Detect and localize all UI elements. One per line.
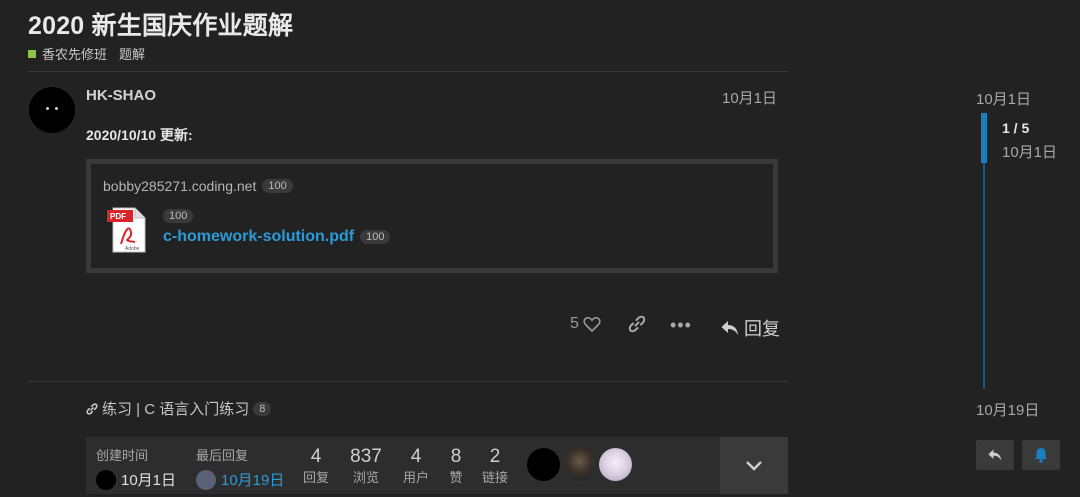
post-update-line: 2020/10/10 更新: — [86, 127, 193, 143]
chevron-down-icon — [746, 460, 762, 471]
created-value: 10月1日 — [121, 472, 177, 489]
stat-number: 2 — [489, 446, 501, 467]
divider-bottom — [28, 381, 788, 382]
timeline-end-date[interactable]: 10月19日 — [976, 399, 1039, 420]
timeline-start-date[interactable]: 10月1日 — [976, 88, 1031, 109]
avatar-eye — [55, 107, 58, 110]
divider-top — [28, 71, 788, 72]
participant-avatar[interactable] — [599, 448, 632, 481]
post-date[interactable]: 10月1日 — [722, 87, 777, 108]
file-onebox: bobby285271.coding.net 100 PDF Adobe 100… — [86, 159, 778, 273]
tag-link[interactable]: 题解 — [119, 44, 145, 63]
file-download-link[interactable]: c-homework-solution.pdf — [163, 228, 354, 246]
stat-replies: 4 回复 — [296, 447, 336, 486]
last-reply-info: 最后回复 10月19日 — [196, 445, 284, 490]
created-info: 创建时间 10月1日 — [96, 445, 176, 490]
stat-caption: 用户 — [402, 470, 429, 485]
pdf-icon: PDF Adobe — [107, 207, 146, 253]
creator-avatar — [96, 469, 116, 490]
participant-avatar[interactable] — [527, 448, 560, 481]
reply-icon — [721, 321, 738, 335]
avatar[interactable] — [29, 87, 75, 133]
stat-caption: 回复 — [302, 470, 329, 485]
reply-button[interactable]: 回复 — [720, 315, 780, 341]
reply-label: 回复 — [744, 319, 780, 339]
expand-topic-map-button[interactable] — [720, 437, 788, 494]
stat-links: 2 链接 — [475, 447, 515, 486]
stat-views: 837 浏览 — [346, 447, 386, 486]
created-label: 创建时间 — [96, 448, 149, 463]
avatar-eye — [46, 107, 49, 110]
stat-caption: 链接 — [481, 470, 508, 485]
reply-icon — [988, 449, 1002, 461]
stat-caption: 赞 — [449, 470, 463, 485]
timeline-position: 1 / 5 — [1002, 120, 1030, 136]
svg-text:PDF: PDF — [110, 212, 126, 221]
svg-text:Adobe: Adobe — [125, 246, 140, 252]
timeline-position-date: 10月1日 — [1002, 144, 1058, 161]
reply-topic-button[interactable] — [976, 440, 1014, 470]
stat-number: 837 — [350, 446, 382, 467]
link-icon — [86, 402, 98, 415]
last-reply-value: 10月19日 — [221, 472, 285, 489]
click-count-badge: 100 — [360, 230, 391, 244]
stat-caption: 浏览 — [352, 470, 379, 485]
like-button[interactable]: 5 — [570, 315, 601, 333]
link-icon — [628, 315, 646, 333]
click-count-badge: 100 — [163, 209, 194, 223]
stat-number: 4 — [410, 446, 422, 467]
stat-likes: 8 赞 — [436, 447, 476, 486]
linked-topic-title[interactable]: 练习 | C 语言入门练习 — [102, 398, 249, 419]
copy-link-button[interactable] — [628, 315, 646, 333]
onebox-source-link[interactable]: bobby285271.coding.net — [103, 178, 256, 194]
click-count-badge: 100 — [262, 179, 293, 193]
linked-topic[interactable]: 练习 | C 语言入门练习 8 — [86, 398, 272, 419]
created-value-row[interactable]: 10月1日 — [96, 469, 176, 490]
post-username[interactable]: HK-SHAO — [86, 87, 156, 104]
bell-icon — [1035, 448, 1047, 463]
file-row: c-homework-solution.pdf 100 — [163, 228, 391, 246]
onebox-source: bobby285271.coding.net 100 — [103, 178, 293, 194]
stat-number: 4 — [310, 446, 322, 467]
topic-map: 创建时间 10月1日 最后回复 10月19日 4 回复 837 浏览 4 用户 … — [86, 437, 788, 494]
category-link[interactable]: 香农先修班 — [42, 44, 107, 63]
stat-number: 8 — [450, 446, 462, 467]
last-reply-label: 最后回复 — [196, 448, 249, 463]
category-color-badge — [28, 49, 36, 58]
notification-button[interactable] — [1022, 440, 1060, 470]
category-row: 香农先修班 题解 — [28, 44, 145, 63]
stat-users: 4 用户 — [396, 447, 436, 486]
heart-icon — [583, 316, 601, 332]
more-actions-button[interactable]: ••• — [670, 315, 692, 336]
like-count: 5 — [570, 315, 579, 332]
timeline-handle[interactable] — [981, 113, 987, 163]
ellipsis-icon: ••• — [670, 315, 692, 335]
last-replier-avatar — [196, 469, 216, 490]
participant-avatar[interactable] — [563, 448, 596, 481]
last-reply-value-row[interactable]: 10月19日 — [196, 469, 284, 490]
topic-title[interactable]: 2020 新生国庆作业题解 — [28, 6, 293, 42]
linked-topic-count: 8 — [253, 401, 272, 416]
